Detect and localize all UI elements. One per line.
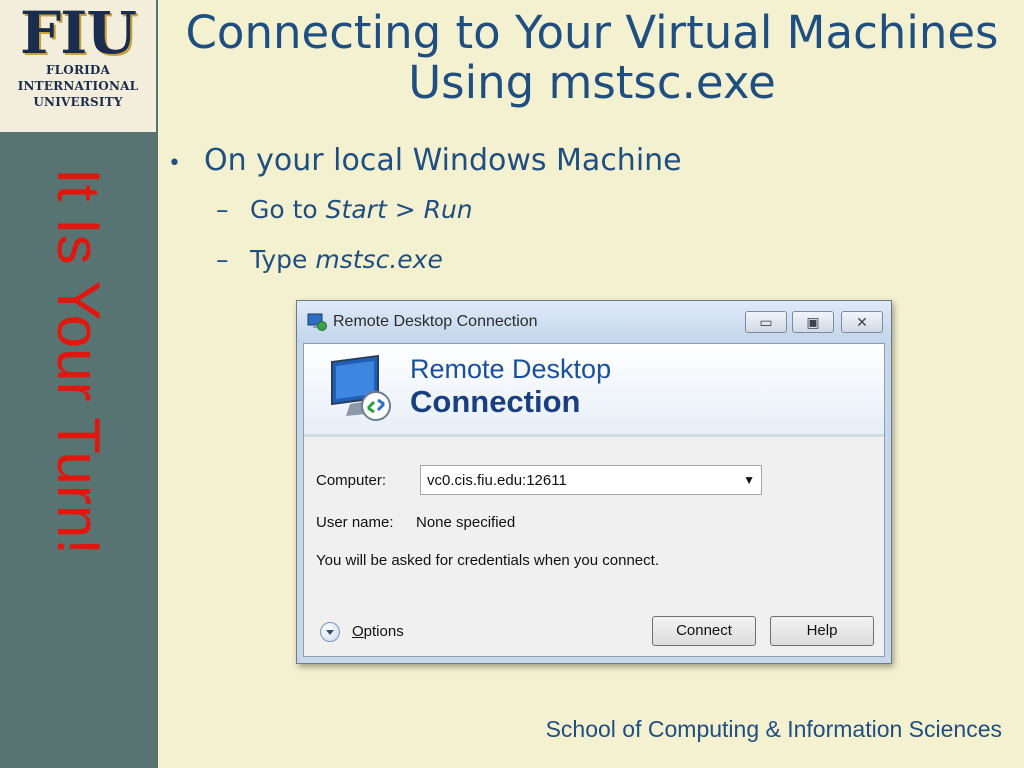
banner-title-line-1: Remote Desktop <box>410 354 612 384</box>
options-label[interactable]: Options <box>352 623 404 640</box>
chevron-down-circle-icon[interactable] <box>320 622 340 642</box>
sub-bullet-emphasis: Start > Run <box>325 195 473 224</box>
bullet-item: • On your local Windows Machine <box>168 140 682 185</box>
maximize-icon: ▣ <box>806 314 820 330</box>
logo-line-2: INTERNATIONAL <box>17 79 139 93</box>
slide-title: Connecting to Your Virtual Machines Usin… <box>160 8 1024 108</box>
options-label-rest: ptions <box>363 623 404 640</box>
remote-desktop-icon <box>307 313 327 331</box>
computer-label: Computer: <box>316 472 387 489</box>
sub-bullet-item: – Type mstsc.exe <box>168 235 682 285</box>
dash-icon: – <box>216 195 229 224</box>
computer-value: vc0.cis.fiu.edu:12611 <box>427 472 567 489</box>
rdc-banner: Remote Desktop Connection <box>304 344 884 437</box>
bullet-dot-icon: • <box>168 151 181 176</box>
slide-title-line-1: Connecting to Your Virtual Machines <box>185 6 999 59</box>
sub-bullet-item: – Go to Start > Run <box>168 185 682 235</box>
banner-title-line-2: Connection <box>410 384 581 419</box>
computer-combobox[interactable]: vc0.cis.fiu.edu:12611 ▼ <box>420 465 762 495</box>
maximize-button[interactable]: ▣ <box>792 311 834 333</box>
sidebar: FIU FLORIDA INTERNATIONAL UNIVERSITY It … <box>0 0 158 768</box>
footer-text: School of Computing & Information Scienc… <box>545 716 1002 742</box>
dropdown-arrow-icon[interactable]: ▼ <box>743 473 755 487</box>
its-your-turn-banner: It Is Your Turn! <box>28 168 128 728</box>
monitor-icon <box>331 354 391 421</box>
rdc-window: Remote Desktop Connection ▭ ▣ ✕ Remote D… <box>296 300 892 664</box>
bullet-list: • On your local Windows Machine – Go to St… <box>168 140 682 285</box>
username-value: None specified <box>416 514 516 531</box>
window-titlebar[interactable]: Remote Desktop Connection ▭ ▣ ✕ <box>297 301 891 343</box>
slide-title-line-2: Using mstsc.exe <box>408 56 776 109</box>
help-button[interactable]: Help <box>770 616 874 646</box>
minimize-icon: ▭ <box>759 314 773 330</box>
credentials-info: You will be asked for credentials when y… <box>316 552 659 569</box>
dash-icon: – <box>216 245 229 274</box>
fiu-logo: FIU FLORIDA INTERNATIONAL UNIVERSITY <box>0 0 158 134</box>
its-your-turn-text: It Is Your Turn! <box>45 168 112 555</box>
window-title: Remote Desktop Connection <box>333 313 538 330</box>
logo-mark: FIU <box>20 0 137 67</box>
options-accelerator: O <box>352 623 364 640</box>
sub-bullet-prefix: Go to <box>250 195 326 224</box>
close-button[interactable]: ✕ <box>841 311 883 333</box>
connect-button[interactable]: Connect <box>652 616 756 646</box>
bullet-text: On your local Windows Machine <box>204 143 682 178</box>
sub-bullet-emphasis: mstsc.exe <box>315 245 443 274</box>
username-label: User name: <box>316 514 394 531</box>
minimize-button[interactable]: ▭ <box>745 311 787 333</box>
logo-line-3: UNIVERSITY <box>33 95 123 109</box>
close-icon: ✕ <box>856 314 868 330</box>
window-client-area: Remote Desktop Connection Computer: vc0.… <box>303 343 885 657</box>
sub-bullet-prefix: Type <box>250 245 316 274</box>
